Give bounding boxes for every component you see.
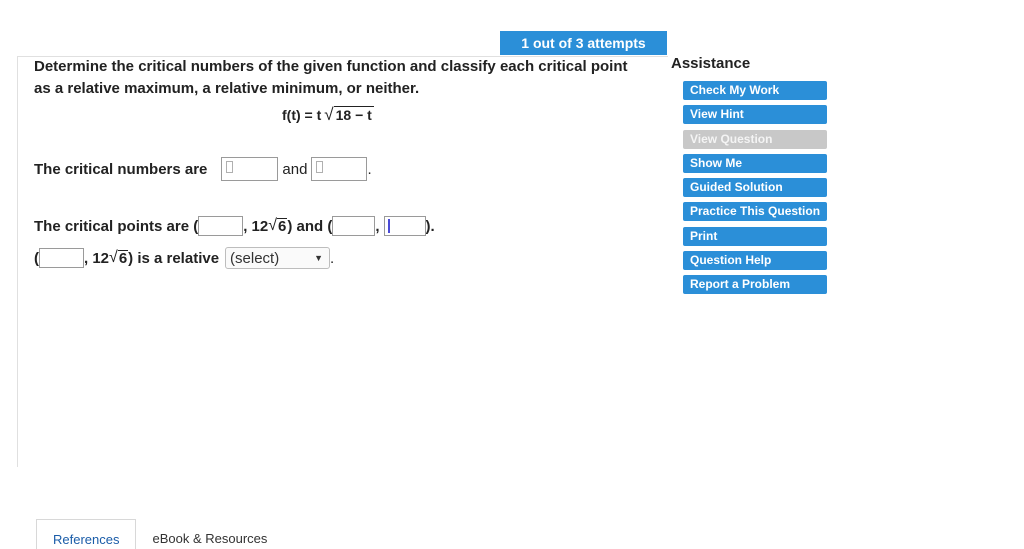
point-1-x-input[interactable] (198, 216, 244, 236)
assistance-buttons: Check My Work View Hint View Question Sh… (683, 81, 827, 300)
chevron-down-icon: ▼ (314, 253, 324, 263)
period-label: . (367, 160, 372, 178)
classify-coef: , 12 (84, 249, 110, 267)
tab-references[interactable]: References (36, 519, 137, 549)
points-close: ). (425, 217, 435, 235)
sqrt-6-expression: √ 6 (109, 249, 129, 267)
sqrt-6-radicand: 6 (277, 218, 288, 235)
question-help-button[interactable]: Question Help (683, 251, 827, 271)
resource-tabs: References eBook & Resources (36, 519, 283, 549)
point-separator: ) and ( (287, 217, 333, 235)
view-question-button: View Question (683, 129, 827, 149)
sqrt-symbol: √ (109, 249, 118, 266)
sqrt-6-radicand: 6 (117, 250, 129, 267)
sqrt-symbol: √ (268, 217, 278, 234)
classify-x-input[interactable] (39, 248, 84, 268)
sqrt-expression: √ 18 − t (324, 106, 374, 123)
critical-points-row: The critical points are ( , 12 √ 6 ) and… (34, 213, 435, 239)
function-lhs: f(t) = t (282, 106, 322, 123)
point-1-coef: , 12 (243, 217, 269, 235)
critical-number-2-input[interactable] (311, 157, 368, 181)
print-button[interactable]: Print (683, 226, 827, 246)
classification-select[interactable]: (select) ▼ (225, 247, 331, 269)
sqrt-6-expression: √ 6 (268, 217, 288, 235)
show-me-button[interactable]: Show Me (683, 153, 827, 173)
comma-label: , (375, 217, 380, 235)
critical-points-label: The critical points are ( (34, 217, 199, 235)
report-a-problem-button[interactable]: Report a Problem (683, 275, 827, 295)
period-label: . (330, 249, 335, 267)
guided-solution-button[interactable]: Guided Solution (683, 178, 827, 198)
attempts-badge: 1 out of 3 attempts (500, 31, 667, 55)
function-radicand: 18 − t (333, 106, 374, 123)
select-value: (select) (230, 249, 280, 267)
critical-numbers-label: The critical numbers are (34, 160, 208, 178)
sqrt-symbol: √ (324, 105, 334, 124)
and-label: and (282, 160, 308, 178)
critical-numbers-row: The critical numbers are and . (34, 156, 372, 182)
practice-this-question-button[interactable]: Practice This Question (683, 202, 827, 222)
point-2-x-input[interactable] (332, 216, 376, 236)
critical-number-1-input[interactable] (221, 157, 279, 181)
assistance-title: Assistance (671, 55, 751, 72)
classification-row: ( , 12 √ 6 ) is a relative (select) ▼ . (34, 246, 334, 270)
check-my-work-button[interactable]: Check My Work (683, 81, 827, 100)
question-prompt: Determine the critical numbers of the gi… (34, 58, 628, 97)
function-expression: f(t) = t √ 18 − t (282, 106, 374, 123)
tab-ebook-resources[interactable]: eBook & Resources (136, 519, 283, 549)
view-hint-button[interactable]: View Hint (683, 105, 827, 125)
classify-text: ) is a relative (128, 249, 220, 267)
point-2-y-input[interactable] (383, 216, 426, 236)
